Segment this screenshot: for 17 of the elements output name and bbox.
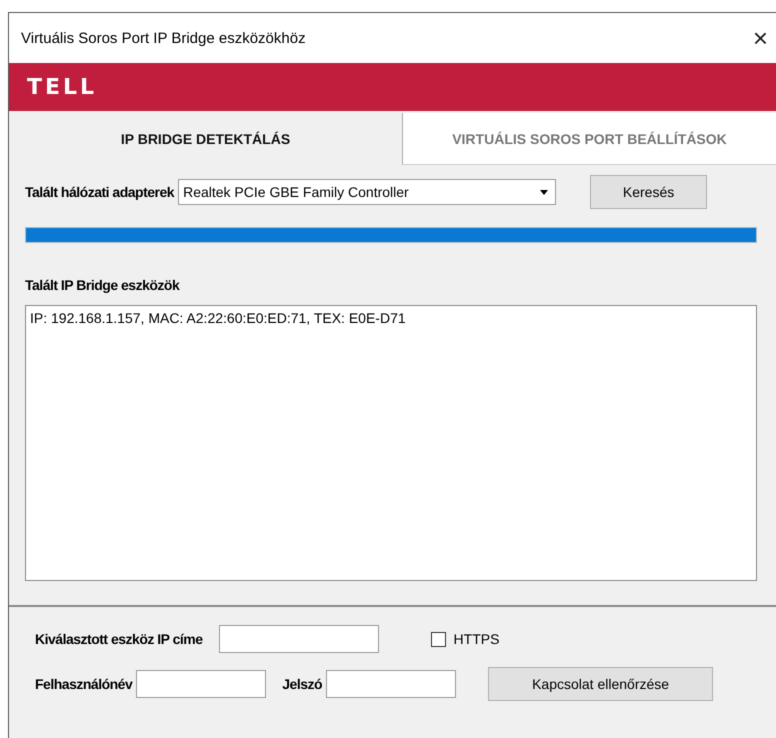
adapter-dropdown[interactable]: Realtek PCIe GBE Family Controller: [178, 179, 556, 205]
https-checkbox[interactable]: HTTPS: [430, 631, 500, 647]
ip-field[interactable]: [218, 625, 379, 653]
username-field[interactable]: [136, 670, 266, 698]
window-title: Virtuális Soros Port IP Bridge eszközökhöz: [21, 30, 306, 46]
close-button[interactable]: ×: [752, 25, 768, 51]
ip-label: Kiválasztott eszköz IP címe: [35, 631, 203, 647]
password-field[interactable]: [326, 670, 456, 698]
device-item[interactable]: IP: 192.168.1.157, MAC: A2:22:60:E0:ED:71, TEX: E0E-D71: [30, 310, 406, 326]
logo: TELL: [27, 74, 98, 100]
tab[interactable]: VIRTUÁLIS SOROS PORT BEÁLLÍTÁSOK: [402, 113, 776, 165]
adapter-label: Talált hálózati adapterek: [25, 184, 174, 200]
check-connection-button[interactable]: Kapcsolat ellenőrzése: [488, 667, 714, 701]
search-button[interactable]: Keresés: [590, 175, 708, 209]
username-label: Felhasználónév: [35, 676, 132, 692]
password-label: Jelszó: [282, 676, 322, 692]
devices-label: Talált IP Bridge eszközök: [25, 277, 181, 293]
